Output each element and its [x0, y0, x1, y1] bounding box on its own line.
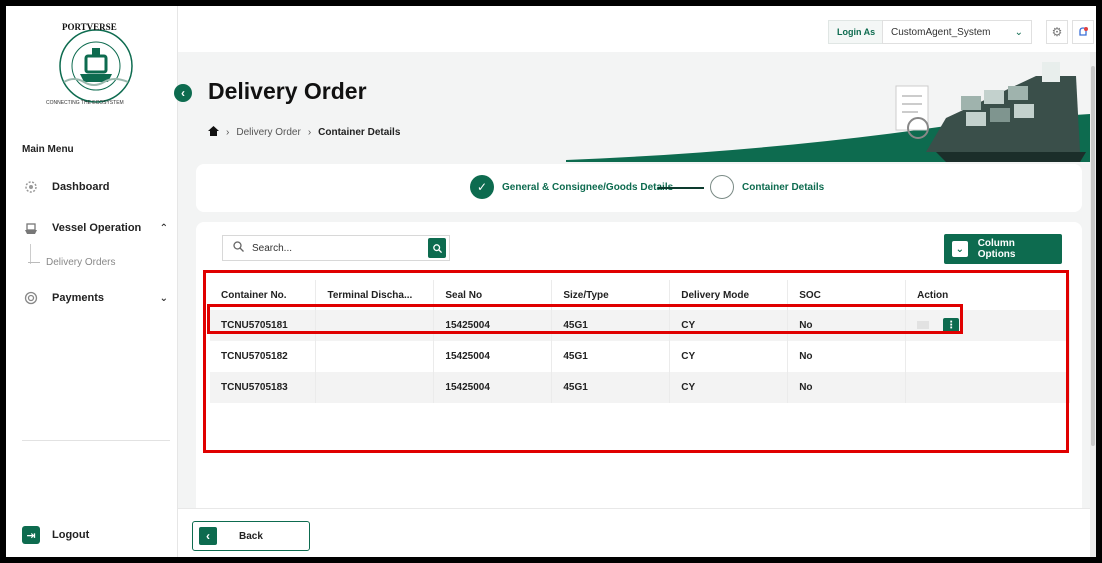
sidebar-divider [22, 440, 170, 441]
back-label: Back [239, 530, 263, 542]
check-icon: ✓ [470, 175, 494, 199]
sidebar-item-label: Dashboard [52, 181, 110, 193]
scrollbar-thumb[interactable] [1091, 66, 1095, 446]
sidebar-item-vessel-operation[interactable]: Vessel Operation ⌃ [22, 219, 168, 237]
logo-text-top: PORTVERSE [62, 22, 117, 32]
cell-terminal [315, 310, 435, 341]
column-options-label: Column Options [977, 238, 1016, 260]
cell-action: ⋮ [905, 310, 1070, 341]
step-general-consignee[interactable]: ✓ General & Consignee/Goods Details [470, 175, 673, 199]
step-container-details[interactable]: Container Details [710, 175, 824, 199]
submenu-label: Delivery Orders [46, 257, 116, 268]
footer-bar: ‹ Back [178, 508, 1096, 557]
search-button[interactable] [428, 238, 446, 258]
cell-container-no: TCNU5705183 [210, 372, 317, 403]
cell-soc: No [787, 372, 907, 403]
cell-terminal [315, 341, 435, 372]
cell-soc: No [787, 310, 907, 341]
top-bar: Login As CustomAgent_System ⌄ ⚙ [178, 6, 1096, 52]
main-menu-label: Main Menu [22, 144, 74, 155]
cell-soc: No [787, 341, 907, 372]
logout-icon: ⇥ [22, 526, 40, 544]
column-header[interactable]: Seal No [433, 280, 553, 310]
logout-button[interactable]: ⇥ Logout [22, 526, 89, 544]
step-connector [658, 187, 704, 189]
step-label: Container Details [742, 181, 825, 193]
page-title: Delivery Order [208, 78, 367, 104]
vessel-icon [22, 219, 40, 237]
logout-label: Logout [52, 529, 90, 541]
logo-text-bottom: CONNECTING THE ECOSYSTEM [46, 100, 124, 106]
submenu-line [28, 262, 40, 263]
action-placeholder [917, 321, 930, 330]
column-header[interactable]: Terminal Discha... [315, 280, 435, 310]
portverse-logo [50, 20, 142, 112]
dashboard-icon [22, 178, 40, 196]
back-button[interactable]: ‹ Back [192, 521, 310, 551]
more-actions-icon[interactable]: ⋮ [943, 317, 960, 334]
settings-icon[interactable]: ⚙ [1046, 20, 1068, 44]
cell-action [905, 372, 1070, 403]
column-header[interactable]: Container No. [210, 280, 317, 310]
cell-size-type: 45G1 [551, 310, 671, 341]
container-table-card: Search... ⌄ Column Options Container No.… [196, 222, 1082, 557]
ship-illustration [566, 56, 1090, 162]
cell-delivery-mode: CY [669, 310, 789, 341]
user-select-value: CustomAgent_System [891, 26, 991, 38]
step-label: General & Consignee/Goods Details [502, 181, 674, 193]
column-header[interactable]: Size/Type [551, 280, 671, 310]
cell-seal-no: 15425004 [433, 310, 553, 341]
breadcrumb-separator-icon: › [307, 127, 312, 138]
cell-seal-no: 15425004 [433, 372, 553, 403]
sidebar-subitem-delivery-orders[interactable]: Delivery Orders [28, 257, 115, 268]
collapse-sidebar-button[interactable]: ‹ [174, 84, 192, 102]
user-select[interactable]: CustomAgent_System ⌄ [882, 20, 1032, 44]
column-header[interactable]: Delivery Mode [669, 280, 789, 310]
stepper: ✓ General & Consignee/Goods Details Cont… [196, 164, 1082, 212]
sidebar-item-dashboard[interactable]: Dashboard [22, 178, 168, 196]
cell-container-no: TCNU5705181 [210, 310, 317, 341]
cell-action [905, 341, 1070, 372]
column-header[interactable]: Action [905, 280, 1070, 310]
chevron-down-icon: ⌄ [1014, 26, 1023, 38]
sidebar-item-label: Vessel Operation [52, 222, 142, 234]
sidebar-item-label: Payments [52, 292, 104, 304]
table-row[interactable]: TCNU5705182 15425004 45G1 CY No [210, 341, 1070, 372]
cell-delivery-mode: CY [669, 341, 789, 372]
payments-icon [22, 289, 40, 307]
search-placeholder: Search... [252, 242, 293, 254]
sidebar: PORTVERSE CONNECTING THE ECOSYSTEM Main … [6, 6, 178, 557]
column-header[interactable]: SOC [787, 280, 907, 310]
step-circle-icon [710, 175, 734, 199]
container-table: Container No. Terminal Discha... Seal No… [210, 280, 1070, 403]
cell-delivery-mode: CY [669, 372, 789, 403]
breadcrumb-separator-icon: › [226, 127, 230, 138]
home-icon[interactable] [208, 126, 219, 139]
breadcrumb-item[interactable]: Delivery Order [236, 127, 300, 138]
chevron-left-icon: ‹ [199, 527, 217, 545]
chevron-down-icon: ⌄ [159, 292, 168, 304]
search-input[interactable]: Search... [222, 235, 450, 261]
chevron-down-icon: ⌄ [952, 241, 968, 257]
cell-seal-no: 15425004 [433, 341, 553, 372]
table-row[interactable]: TCNU5705183 15425004 45G1 CY No [210, 372, 1070, 403]
cell-size-type: 45G1 [551, 372, 671, 403]
column-options-button[interactable]: ⌄ Column Options [944, 234, 1062, 264]
cell-container-no: TCNU5705182 [210, 341, 317, 372]
chevron-up-icon: ⌃ [159, 222, 168, 234]
breadcrumb: › Delivery Order › Container Details [208, 126, 400, 139]
search-icon [233, 241, 244, 255]
cell-terminal [315, 372, 435, 403]
login-as-label: Login As [828, 20, 885, 44]
notification-icon[interactable] [1072, 20, 1094, 44]
sidebar-item-payments[interactable]: Payments ⌄ [22, 289, 168, 307]
table-row[interactable]: TCNU5705181 15425004 45G1 CY No ⋮ [210, 310, 1070, 341]
cell-size-type: 45G1 [551, 341, 671, 372]
table-header-row: Container No. Terminal Discha... Seal No… [210, 280, 1070, 310]
breadcrumb-current: Container Details [318, 127, 401, 138]
app-window: PORTVERSE CONNECTING THE ECOSYSTEM Main … [6, 6, 1096, 557]
